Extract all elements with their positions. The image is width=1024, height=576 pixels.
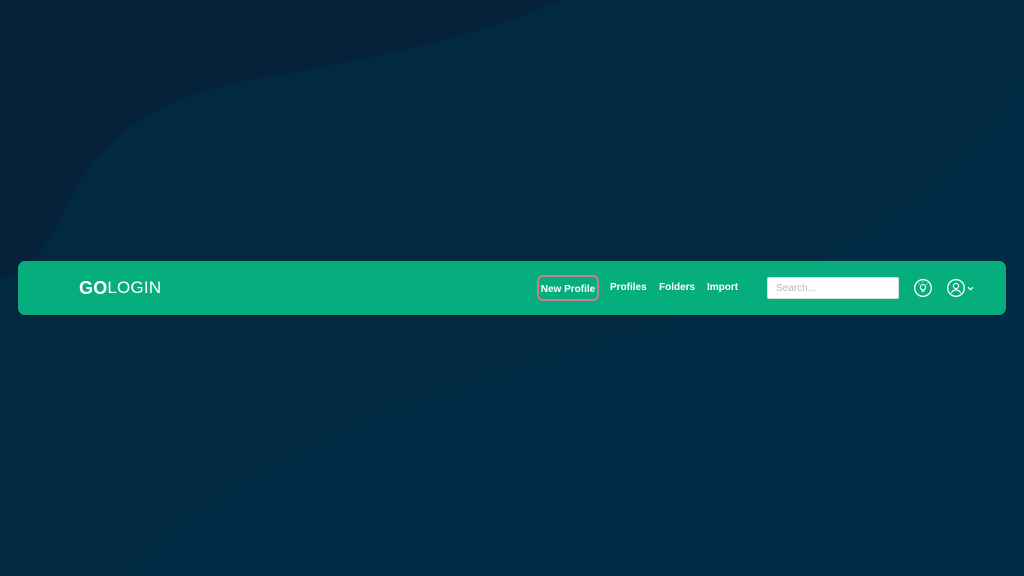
account-menu-button[interactable] xyxy=(946,277,974,299)
new-profile-link[interactable]: New Profile xyxy=(537,275,599,301)
import-link[interactable]: Import xyxy=(707,275,738,301)
lightbulb-icon xyxy=(914,279,932,297)
chevron-down-icon xyxy=(967,286,974,291)
profiles-link[interactable]: Profiles xyxy=(610,275,647,301)
folders-link[interactable]: Folders xyxy=(659,275,695,301)
logo-light-text: LOGIN xyxy=(107,278,162,297)
tips-button[interactable] xyxy=(912,277,934,299)
user-circle-icon xyxy=(947,279,965,297)
top-navbar: GO LOGIN New Profile Profiles Folders Imp… xyxy=(18,261,1006,315)
logo-bold-text: GO xyxy=(79,277,108,298)
search-input[interactable] xyxy=(767,277,899,299)
gologin-logo[interactable]: GO LOGIN xyxy=(79,277,161,299)
